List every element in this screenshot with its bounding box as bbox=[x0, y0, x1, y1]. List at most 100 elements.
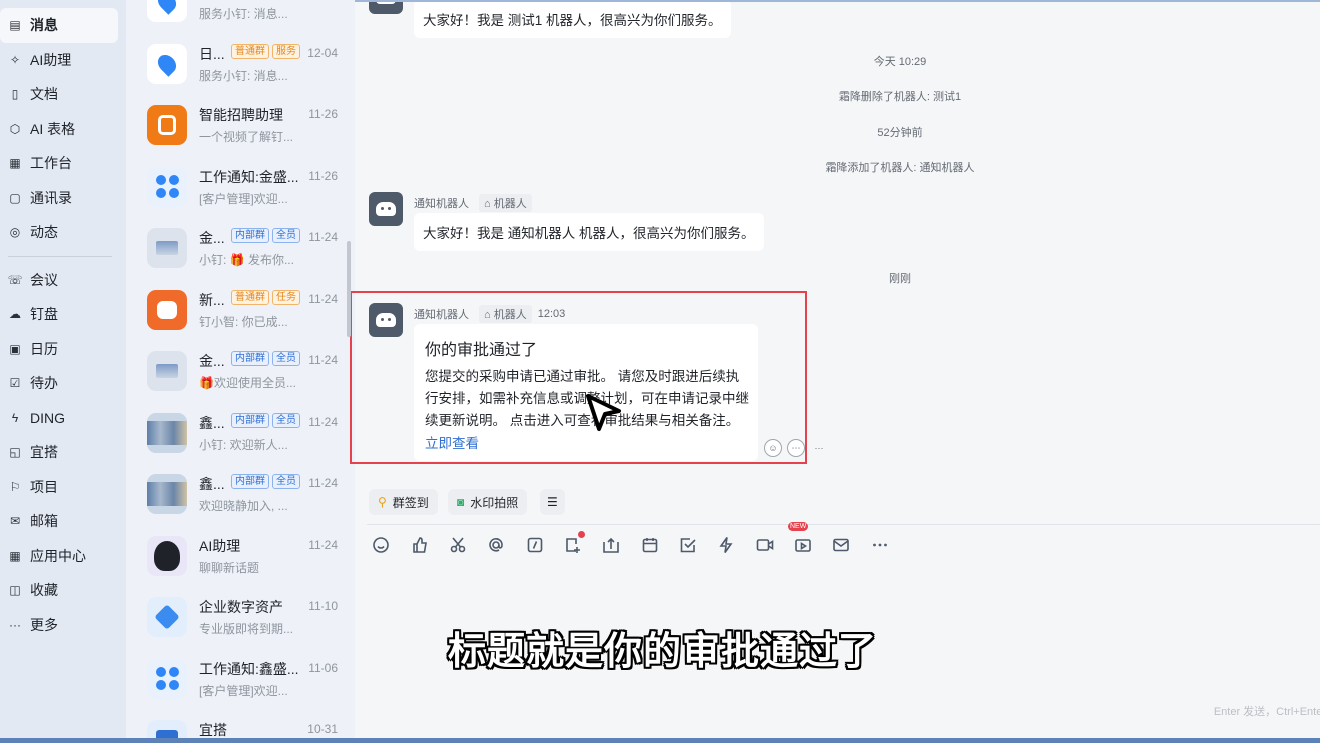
conversation-tags: 内部群 全员 bbox=[231, 351, 300, 366]
nav-item-2[interactable]: ▯ 文档 bbox=[0, 77, 126, 112]
reply-icon[interactable]: ⋯ bbox=[787, 439, 805, 457]
nav-item-1[interactable]: ✧ AI助理 bbox=[0, 43, 126, 78]
conversation-preview: 欢迎晓静加入, ... bbox=[199, 499, 288, 513]
conversation-item[interactable]: 金... 内部群 全员 11-24 小钉: 🎁 发布你... bbox=[126, 218, 355, 279]
conversation-preview: 一个视频了解钉... bbox=[199, 130, 294, 144]
nav-item-17[interactable]: ··· 更多 bbox=[0, 608, 126, 643]
command-icon[interactable] bbox=[525, 535, 545, 555]
conversation-item[interactable]: 服务小钉: 消息... bbox=[126, 0, 355, 33]
conversation-name: 宜搭 bbox=[199, 722, 227, 738]
camera-icon: ◙ bbox=[457, 495, 465, 509]
conversation-name: 新... bbox=[199, 291, 225, 308]
mouse-cursor-icon bbox=[586, 394, 621, 431]
notification-dot bbox=[578, 531, 585, 538]
conversation-preview: 专业版即将到期... bbox=[199, 622, 294, 636]
live-icon[interactable]: NEW bbox=[788, 522, 813, 555]
conversation-item[interactable]: 工作通知:鑫盛... 11-06 [客户管理]欢迎... bbox=[126, 649, 355, 710]
scissors-icon[interactable] bbox=[448, 535, 468, 555]
task-bot-icon bbox=[147, 289, 187, 330]
watermark-photo-button[interactable]: ◙ 水印拍照 bbox=[448, 489, 528, 515]
conversation-item[interactable]: AI助理 11-24 聊聊新话题 bbox=[126, 526, 355, 587]
nav-item-0[interactable]: ▤ 消息 bbox=[0, 8, 118, 43]
todo-icon[interactable] bbox=[678, 535, 698, 555]
nav-item-10[interactable]: ☑ 待办 bbox=[0, 366, 126, 401]
group-checkin-button[interactable]: ⚲ 群签到 bbox=[369, 489, 438, 515]
nav-item-12[interactable]: ◱ 宜搭 bbox=[0, 435, 126, 470]
system-notice: 霜降删除了机器人: 测试1 bbox=[838, 91, 962, 103]
nav-item-label: 项目 bbox=[30, 478, 58, 495]
nav-item-3[interactable]: ⬡ AI 表格 bbox=[0, 112, 126, 147]
conversation-item[interactable]: 工作通知:金盛... 11-26 [客户管理]欢迎... bbox=[126, 157, 355, 218]
new-badge: NEW bbox=[788, 522, 809, 531]
conversation-preview: [客户管理]欢迎... bbox=[199, 191, 288, 206]
nav-item-4[interactable]: ▦ 工作台 bbox=[0, 146, 126, 181]
conversation-tag: 内部群 bbox=[231, 412, 269, 428]
conversation-preview: 小钉: 欢迎新人... bbox=[199, 437, 288, 452]
nav-item-14[interactable]: ✉ 邮箱 bbox=[0, 504, 126, 539]
conversation-name: 鑫... bbox=[199, 476, 225, 492]
conversation-tag: 任务 bbox=[272, 289, 300, 305]
conversation-scrollbar[interactable] bbox=[347, 241, 351, 337]
conversation-item[interactable]: 新... 普通群 任务 11-24 钉小智: 你已成... bbox=[126, 280, 355, 341]
workbench-icon: ▦ bbox=[9, 156, 21, 171]
conversation-name: 工作通知:金盛... bbox=[199, 168, 299, 185]
system-time: 刚刚 bbox=[889, 273, 911, 285]
upload-icon[interactable] bbox=[601, 535, 621, 555]
conversation-tag: 全员 bbox=[272, 351, 300, 366]
nav-item-16[interactable]: ◫ 收藏 bbox=[0, 573, 126, 608]
mention-icon[interactable] bbox=[486, 535, 506, 555]
nav-item-15[interactable]: ▦ 应用中心 bbox=[0, 539, 126, 574]
conversation-preview: 服务小钉: 消息... bbox=[199, 7, 288, 21]
nav-item-label: 收藏 bbox=[30, 582, 58, 599]
pin-icon bbox=[147, 0, 187, 22]
system-notice: 霜降添加了机器人: 通知机器人 bbox=[825, 162, 975, 174]
conversation-name: 鑫... bbox=[199, 414, 225, 431]
video-call-icon[interactable] bbox=[755, 535, 775, 555]
nav-item-13[interactable]: ⚐ 项目 bbox=[0, 470, 126, 505]
nav-item-label: AI助理 bbox=[30, 51, 72, 68]
nav-item-7[interactable]: ☏ 会议 bbox=[0, 263, 126, 298]
nav-item-label: 日历 bbox=[30, 340, 58, 357]
nav-item-label: 待办 bbox=[30, 375, 58, 392]
nav-separator bbox=[8, 255, 112, 257]
highlight-box bbox=[350, 291, 807, 464]
nav-item-label: 会议 bbox=[30, 271, 58, 288]
calendar-icon[interactable] bbox=[640, 535, 660, 555]
group-image-icon bbox=[147, 351, 187, 391]
conversation-tag: 全员 bbox=[272, 228, 300, 243]
conversation-item[interactable]: 金... 内部群 全员 11-24 🎁欢迎使用全员... bbox=[126, 341, 355, 402]
group-checkin-label: 群签到 bbox=[392, 495, 429, 510]
menu-button[interactable]: ☰ bbox=[540, 489, 565, 515]
conversation-item[interactable]: 企业数字资产 11-10 专业版即将到期... bbox=[126, 587, 355, 648]
more-icon: ··· bbox=[9, 617, 21, 632]
nav-item-6[interactable]: ◎ 动态 bbox=[0, 215, 126, 250]
thumbs-up-icon[interactable] bbox=[410, 535, 430, 555]
nav-item-label: AI 表格 bbox=[30, 120, 76, 137]
reaction-icon[interactable]: ☺ bbox=[764, 439, 782, 457]
conversation-item[interactable]: 日... 普通群 服务 12-04 服务小钉: 消息... bbox=[126, 34, 355, 95]
nav-item-label: 宜搭 bbox=[30, 444, 58, 461]
group-image-icon bbox=[147, 228, 187, 268]
nav-item-5[interactable]: ▢ 通讯录 bbox=[0, 181, 126, 216]
doc-add-icon[interactable] bbox=[563, 531, 585, 555]
nav-item-9[interactable]: ▣ 日历 bbox=[0, 332, 126, 367]
conversation-name: 智能招聘助理 bbox=[199, 107, 283, 123]
more-tools-icon[interactable] bbox=[870, 535, 890, 555]
emoji-icon[interactable] bbox=[371, 535, 391, 555]
system-time: 今天 10:29 bbox=[873, 56, 927, 68]
more-actions-icon[interactable]: ··· bbox=[810, 439, 828, 457]
project-icon: ⚐ bbox=[9, 479, 21, 494]
conversation-item[interactable]: 智能招聘助理 11-26 一个视频了解钉... bbox=[126, 95, 355, 156]
conversation-item[interactable]: 鑫... 内部群 全员 11-24 小钉: 欢迎新人... bbox=[126, 403, 355, 464]
bot-avatar[interactable] bbox=[369, 0, 403, 14]
location-pin-icon: ⚲ bbox=[378, 495, 387, 509]
watermark-photo-label: 水印拍照 bbox=[470, 495, 519, 510]
nav-item-8[interactable]: ☁ 钉盘 bbox=[0, 297, 126, 332]
mail-icon[interactable] bbox=[831, 535, 851, 555]
bot-avatar[interactable] bbox=[369, 192, 403, 226]
ding-icon[interactable] bbox=[716, 535, 736, 555]
conversation-item[interactable]: 鑫... 内部群 全员 11-24 欢迎晓静加入, ... bbox=[126, 464, 355, 525]
nav-item-11[interactable]: ϟ DING bbox=[0, 401, 126, 436]
conversation-tag: 服务 bbox=[272, 43, 300, 59]
conversation-date: 11-24 bbox=[308, 353, 338, 367]
